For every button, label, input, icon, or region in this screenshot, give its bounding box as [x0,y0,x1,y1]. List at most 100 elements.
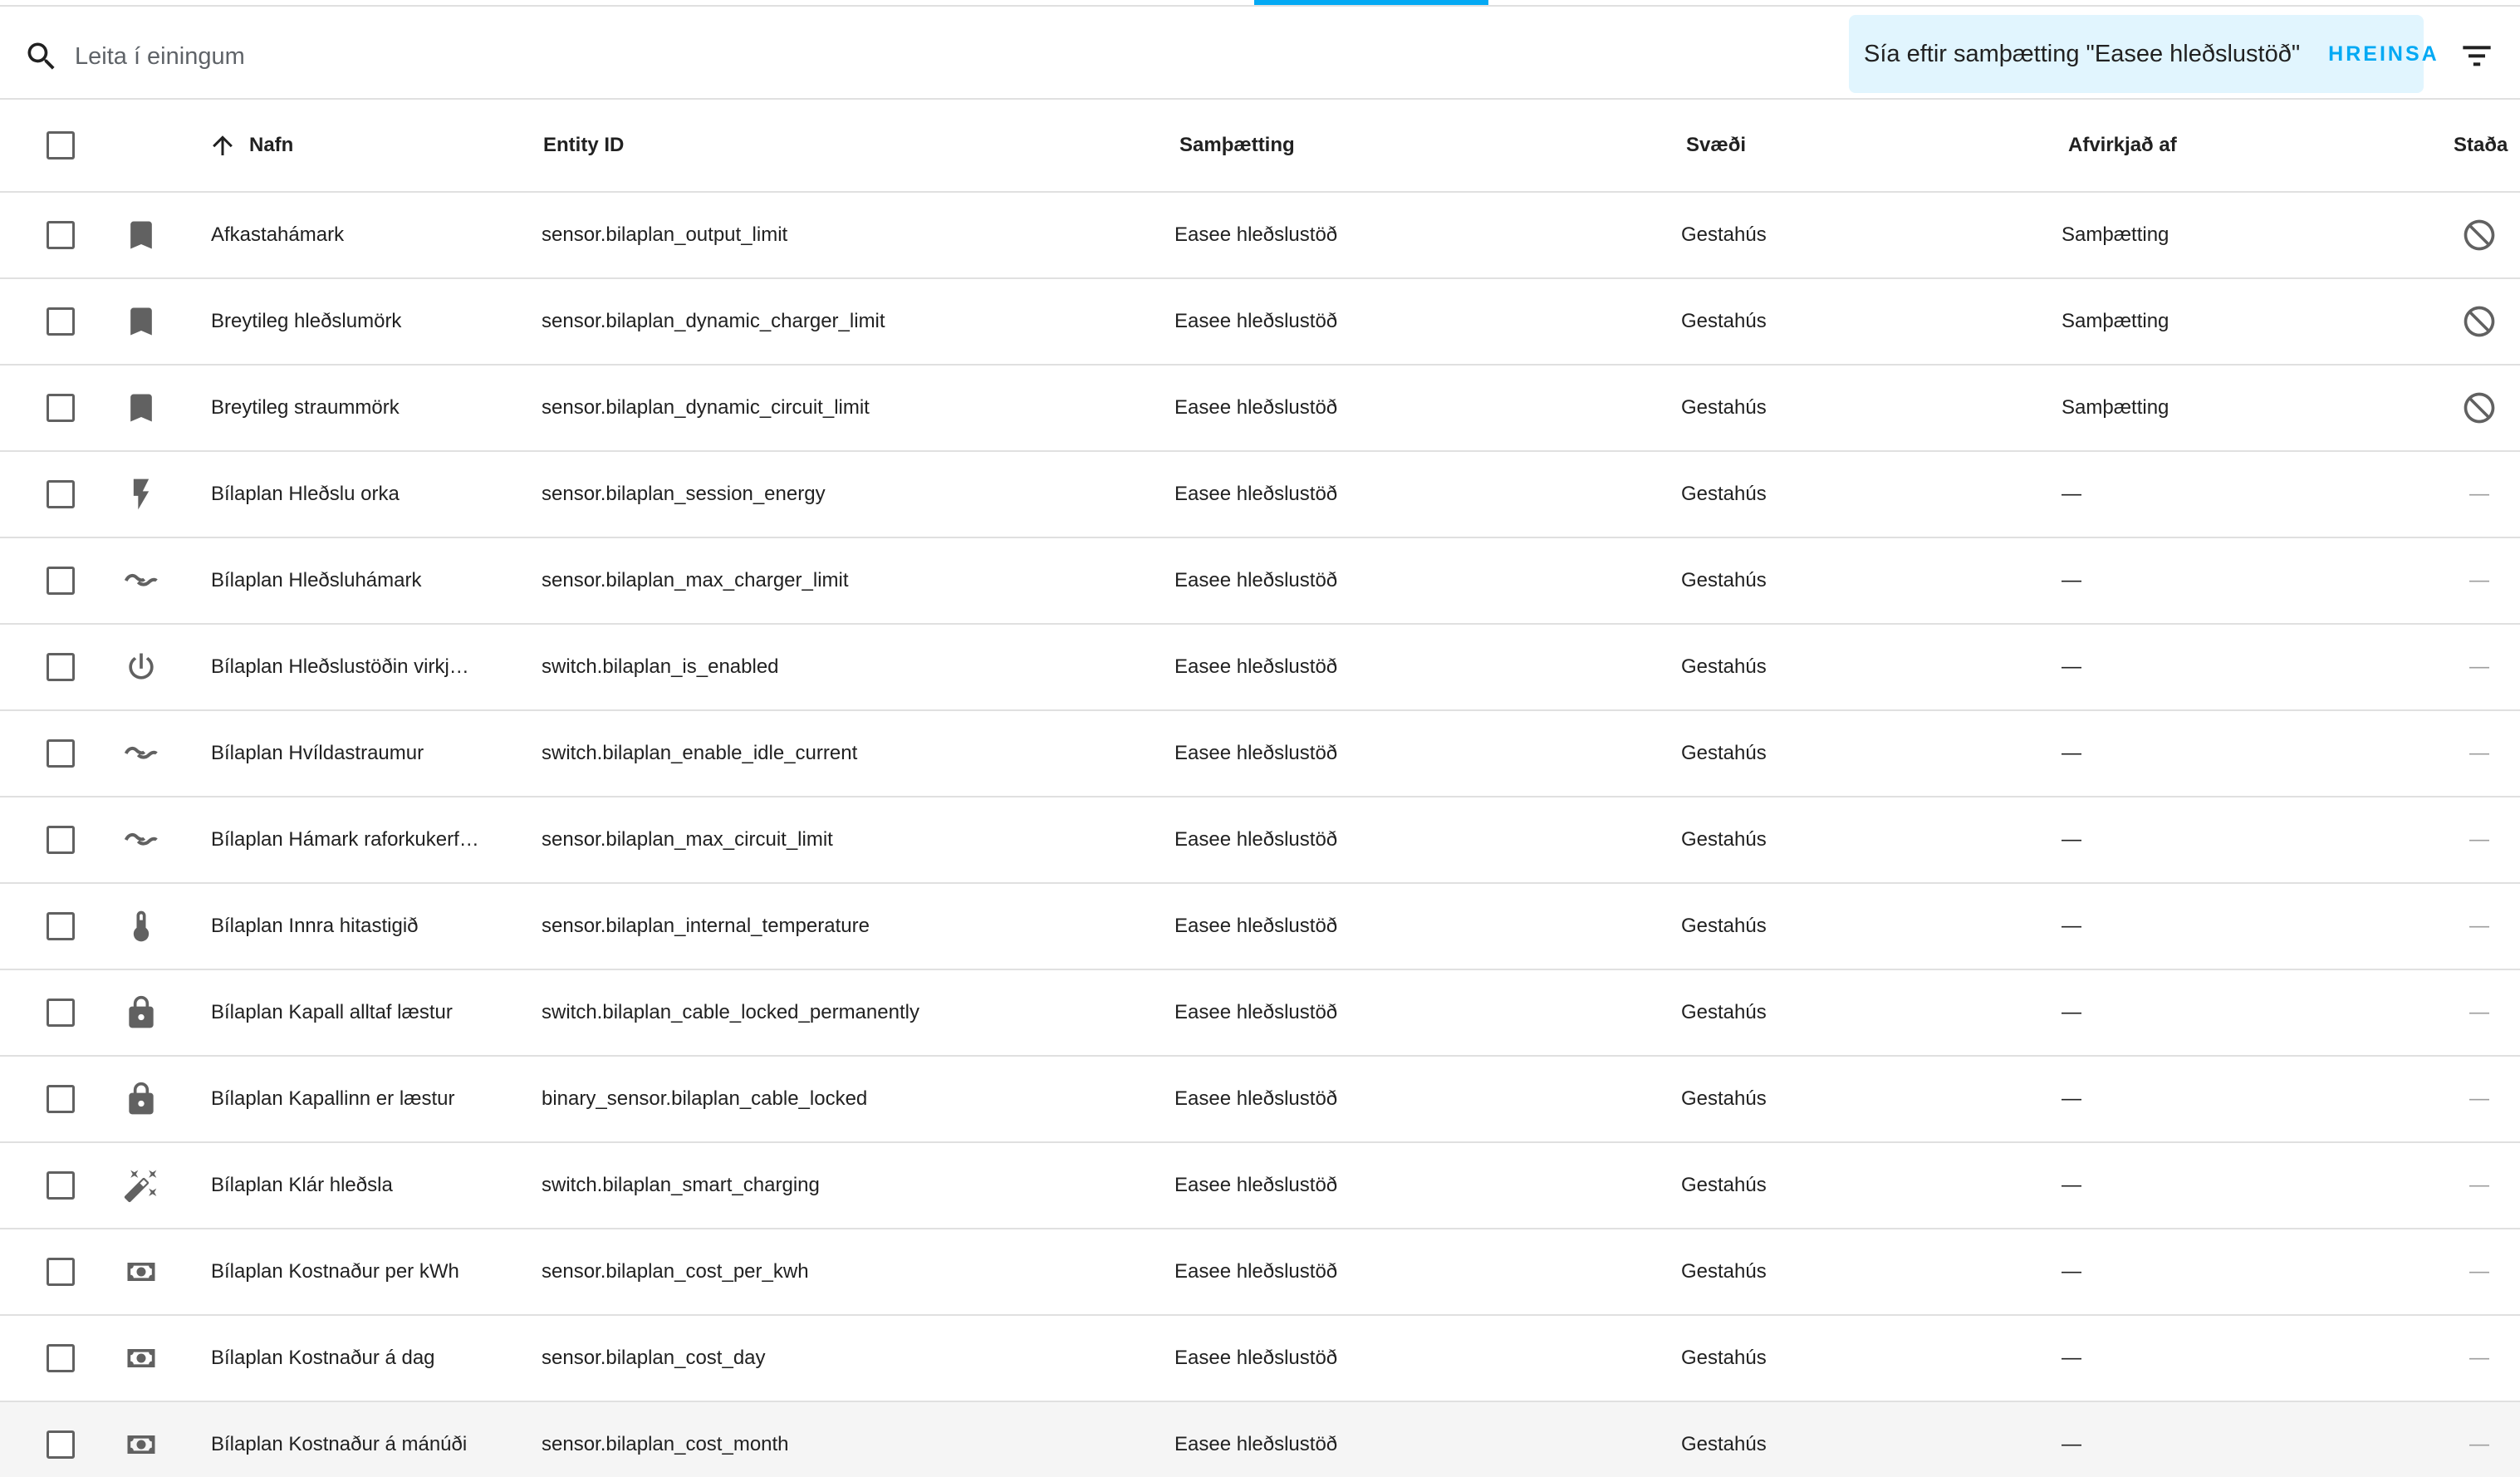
entity-disabled-by: — [2062,655,2081,678]
entity-area: Gestahús [1681,1260,1767,1283]
entity-status: — [2469,655,2489,678]
table-row[interactable]: Bílaplan Kapallinn er læstur binary_senso… [0,1057,2520,1143]
table-row[interactable]: Breytileg straummörk sensor.bilaplan_dyna… [0,366,2520,452]
entity-disabled-by: — [2062,1001,2081,1023]
entity-status: — [2469,915,2489,937]
entity-id: sensor.bilaplan_internal_temperature [542,915,870,937]
entity-status: — [2469,1001,2489,1023]
row-checkbox[interactable] [47,912,75,940]
table-row[interactable]: Afkastahámark sensor.bilaplan_output_limi… [0,193,2520,279]
row-checkbox[interactable] [47,1085,75,1113]
row-checkbox[interactable] [47,307,75,336]
entity-name: Afkastahámark [211,223,345,246]
entity-name: Bílaplan Hleðslu orka [211,483,400,505]
table-row[interactable]: Bílaplan Kapall alltaf læstur switch.bila… [0,970,2520,1057]
table-row[interactable]: Bílaplan Klár hleðsla switch.bilaplan_sma… [0,1143,2520,1229]
entity-integration: Easee hleðslustöð [1174,1087,1338,1110]
column-header-disabled-by[interactable]: Afvirkjað af [2068,100,2177,191]
table-row[interactable]: Bílaplan Kostnaður á dag sensor.bilaplan_… [0,1316,2520,1402]
flash-icon [123,476,159,513]
entity-name: Breytileg straummörk [211,396,400,419]
magic-wand-icon [123,1167,159,1204]
entity-disabled-by: — [2062,742,2081,764]
entity-disabled-by: — [2062,1087,2081,1110]
entity-id: sensor.bilaplan_dynamic_charger_limit [542,310,885,332]
row-checkbox[interactable] [47,1171,75,1200]
row-checkbox[interactable] [47,394,75,422]
table-row[interactable]: Breytileg hleðslumörk sensor.bilaplan_dyn… [0,279,2520,366]
entity-id: switch.bilaplan_is_enabled [542,655,779,678]
entity-integration: Easee hleðslustöð [1174,1260,1338,1283]
entity-name: Bílaplan Kapall alltaf læstur [211,1001,453,1023]
row-checkbox[interactable] [47,1430,75,1459]
row-checkbox[interactable] [47,826,75,854]
row-checkbox[interactable] [47,739,75,768]
search-icon [27,42,55,70]
table-row[interactable]: Bílaplan Hleðslu orka sensor.bilaplan_ses… [0,452,2520,538]
entity-status: — [2469,1260,2489,1283]
entity-status: — [2469,1087,2489,1110]
entity-disabled-by: — [2062,915,2081,937]
entity-area: Gestahús [1681,223,1767,246]
entity-disabled-by: — [2062,1174,2081,1196]
entity-integration: Easee hleðslustöð [1174,569,1338,591]
table-row[interactable]: Bílaplan Hvíldastraumur switch.bilaplan_e… [0,711,2520,797]
table-row[interactable]: Bílaplan Hámark raforkukerf… sensor.bilap… [0,797,2520,884]
entity-disabled-by: — [2062,1433,2081,1455]
entity-id: sensor.bilaplan_max_charger_limit [542,569,849,591]
table-row[interactable]: Bílaplan Kostnaður per kWh sensor.bilapla… [0,1229,2520,1316]
entity-name: Bílaplan Kostnaður per kWh [211,1260,459,1283]
current-ac-icon [123,822,159,858]
cash-icon [123,1426,159,1463]
select-all-checkbox[interactable] [47,131,75,159]
row-checkbox[interactable] [47,999,75,1027]
row-checkbox[interactable] [47,1344,75,1372]
entity-disabled-by: — [2062,483,2081,505]
column-header-status[interactable]: Staða [2454,100,2508,191]
entity-area: Gestahús [1681,915,1767,937]
table-row[interactable]: Bílaplan Hleðslustöðin virkj… switch.bila… [0,625,2520,711]
entity-id: binary_sensor.bilaplan_cable_locked [542,1087,868,1110]
column-header-entity-id[interactable]: Entity ID [543,100,624,191]
entity-name: Bílaplan Innra hitastigið [211,915,419,937]
cash-icon [123,1254,159,1290]
entity-integration: Easee hleðslustöð [1174,483,1338,505]
filter-description: Sía eftir samþætting "Easee hleðslustöð" [1864,40,2301,67]
table-row[interactable]: Bílaplan Kostnaður á mánúði sensor.bilapl… [0,1402,2520,1477]
column-header-area[interactable]: Svæði [1686,100,1746,191]
row-checkbox[interactable] [47,480,75,508]
entity-status: — [2469,569,2489,591]
entity-area: Gestahús [1681,569,1767,591]
entity-area: Gestahús [1681,1433,1767,1455]
entity-area: Gestahús [1681,1174,1767,1196]
column-header-name[interactable]: Nafn [208,100,293,191]
entity-status: — [2469,1174,2489,1196]
row-checkbox[interactable] [47,567,75,595]
entity-disabled-by: Samþætting [2062,223,2169,246]
entity-id: sensor.bilaplan_session_energy [542,483,826,505]
entity-status: — [2469,483,2489,505]
cash-icon [123,1340,159,1376]
bookmark-icon [123,217,159,253]
clear-filter-button[interactable]: HREINSA [2328,42,2439,66]
active-tab-indicator [1254,0,1488,5]
entities-table: Nafn Entity ID Samþætting Svæði Afvirkja… [0,100,2520,1477]
column-header-integration[interactable]: Samþætting [1179,100,1295,191]
lock-icon [123,1081,159,1117]
row-checkbox[interactable] [47,221,75,249]
filter-menu-icon[interactable] [2460,42,2493,70]
entity-id: sensor.bilaplan_cost_per_kwh [542,1260,809,1283]
search-bar: Sía eftir samþætting "Easee hleðslustöð"… [0,7,2520,100]
row-checkbox[interactable] [47,1258,75,1286]
entity-disabled-by: — [2062,1260,2081,1283]
entity-integration: Easee hleðslustöð [1174,655,1338,678]
search-input[interactable] [75,32,822,81]
entity-name: Bílaplan Hvíldastraumur [211,742,424,764]
row-checkbox[interactable] [47,653,75,681]
entity-integration: Easee hleðslustöð [1174,1433,1338,1455]
table-row[interactable]: Bílaplan Innra hitastigið sensor.bilaplan… [0,884,2520,970]
entity-name: Bílaplan Hleðsluhámark [211,569,422,591]
table-row[interactable]: Bílaplan Hleðsluhámark sensor.bilaplan_ma… [0,538,2520,625]
entity-disabled-by: Samþætting [2062,396,2169,419]
entity-id: switch.bilaplan_cable_locked_permanently [542,1001,919,1023]
